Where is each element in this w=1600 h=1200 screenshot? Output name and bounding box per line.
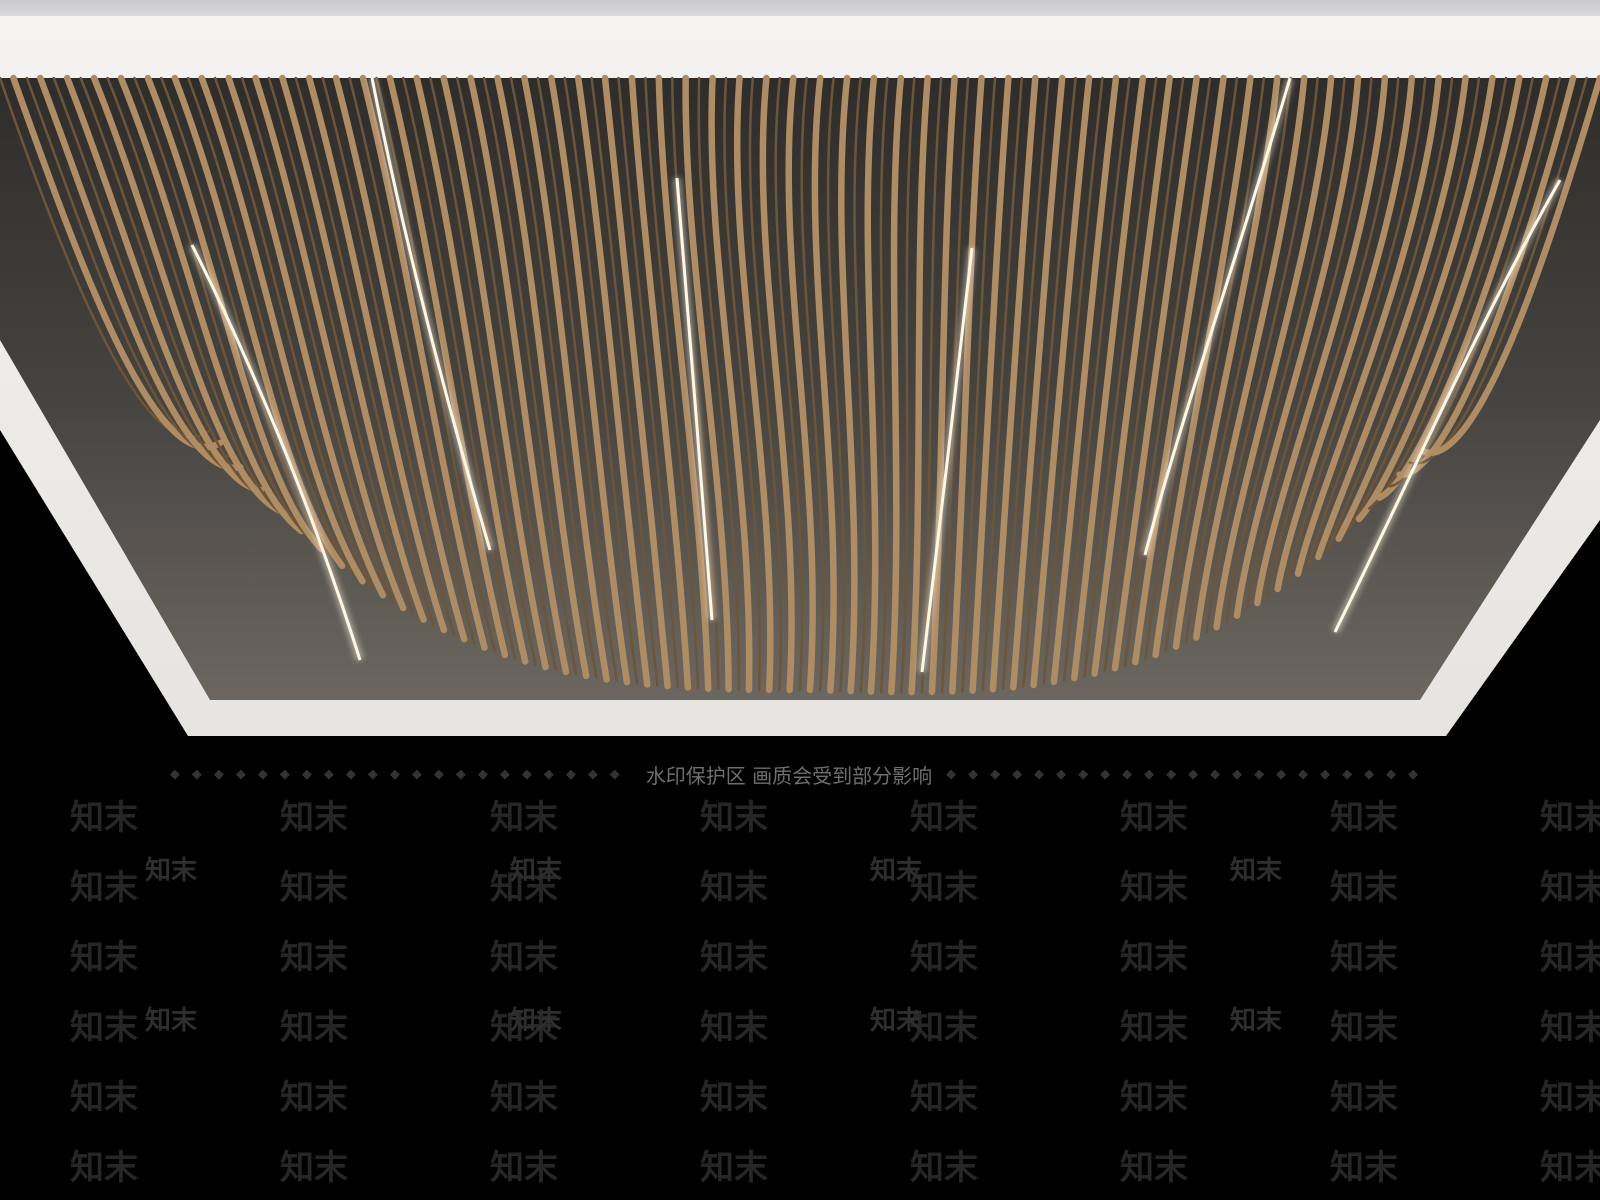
watermark-text: 知末 [1330, 1008, 1398, 1048]
watermark-text: 知末 [910, 798, 978, 838]
watermark-text: 知末 [700, 1148, 768, 1188]
watermark-logo-text: 知末 [145, 856, 198, 886]
watermark-text: 知末 [1540, 1008, 1600, 1048]
watermark-text: 知末 [1330, 868, 1398, 908]
banner-dots-left: ◆◆◆◆◆◆◆◆◆◆◆◆◆◆◆◆◆◆◆◆◆ [169, 766, 632, 782]
watermark-text: 知末 [1120, 1008, 1188, 1048]
watermark-text: 知末 [1330, 798, 1398, 838]
watermark-logo-text: 知末 [145, 1006, 198, 1036]
watermark-text: 知末 [700, 938, 768, 978]
watermark-text: 知末 [280, 938, 348, 978]
watermark-text: 知末 [280, 1008, 348, 1048]
banner-dots-right: ◆◆◆◆◆◆◆◆◆◆◆◆◆◆◆◆◆◆◆◆◆◆ [946, 766, 1431, 782]
watermark-logo-text: 知末 [1230, 856, 1283, 886]
watermark-text: 知末 [1330, 1148, 1398, 1188]
watermark-text: 知末 [1540, 938, 1600, 978]
watermark-logo-text: 知末 [510, 856, 563, 886]
watermark-logo-text: 知末 [870, 856, 923, 886]
watermark-text: 知末 [280, 1078, 348, 1118]
watermark-text: 知末 [700, 1008, 768, 1048]
watermark-text: 知末 [1540, 1078, 1600, 1118]
watermark-banner-text: 水印保护区 画质会受到部分影响 [645, 763, 933, 788]
watermark-text: 知末 [1120, 798, 1188, 838]
watermark-text: 知末 [1330, 1078, 1398, 1118]
watermark-text: 知末 [910, 1148, 978, 1188]
watermark-text: 知末 [70, 1008, 138, 1048]
watermark-text: 知末 [490, 938, 558, 978]
watermark-text: 知末 [1120, 938, 1188, 978]
watermark-text: 知末 [910, 938, 978, 978]
watermark-text: 知末 [910, 1078, 978, 1118]
watermark-text: 知末 [1120, 868, 1188, 908]
watermark-text: 知末 [70, 1148, 138, 1188]
watermark-text: 知末 [70, 798, 138, 838]
watermark-text: 知末 [280, 1148, 348, 1188]
watermark-text: 知末 [700, 868, 768, 908]
watermark-logo-text: 知末 [1230, 1006, 1283, 1036]
watermark-text: 知末 [70, 868, 138, 908]
watermark-text: 知末 [700, 798, 768, 838]
watermark-text: 知末 [1540, 798, 1600, 838]
watermark-text: 知末 [280, 798, 348, 838]
watermark-text: 知末 [490, 798, 558, 838]
watermark-text: 知末 [280, 868, 348, 908]
watermark-text: 知末 [700, 1078, 768, 1118]
watermark-text: 知末 [1120, 1148, 1188, 1188]
watermark-text: 知末 [1120, 1078, 1188, 1118]
watermark-text: 知末 [490, 1078, 558, 1118]
watermark-text: 知末 [490, 1148, 558, 1188]
watermark-text: 知末 [1330, 938, 1398, 978]
watermark-text: 知末 [70, 1078, 138, 1118]
watermark-logo-text: 知末 [510, 1006, 563, 1036]
watermark-banner: ◆◆◆◆◆◆◆◆◆◆◆◆◆◆◆◆◆◆◆◆◆ 水印保护区 画质会受到部分影响 ◆◆… [0, 758, 1600, 790]
watermark-text: 知末 [1540, 868, 1600, 908]
watermark-text: 知末 [1540, 1148, 1600, 1188]
watermark-text: 知末 [70, 938, 138, 978]
watermark-logo-text: 知末 [870, 1006, 923, 1036]
